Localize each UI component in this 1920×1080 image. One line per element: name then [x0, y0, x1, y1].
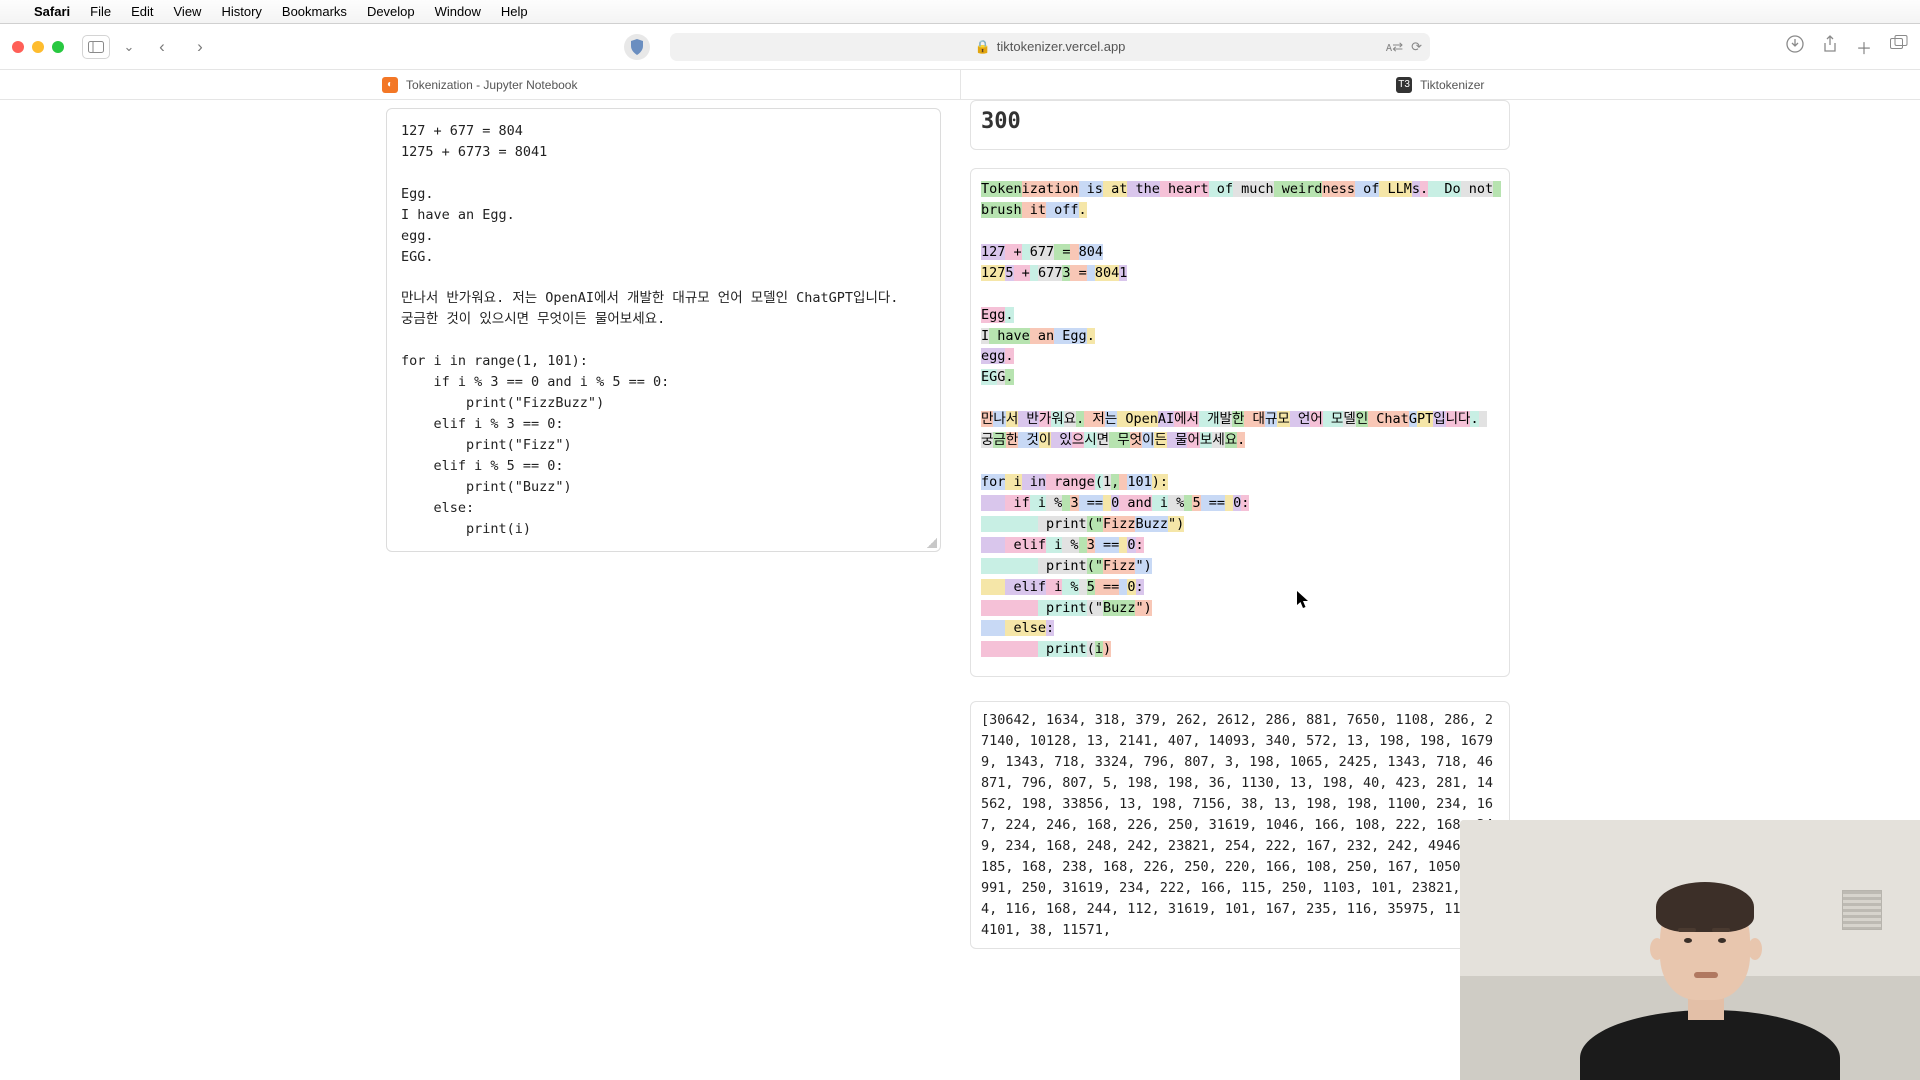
mouse-cursor — [1296, 590, 1310, 610]
tab-label: Tiktokenizer — [1420, 78, 1484, 92]
forward-button[interactable]: › — [186, 35, 214, 59]
output-pane: 300 Tokenization is at the heart of much… — [960, 100, 1520, 1080]
menu-edit[interactable]: Edit — [131, 4, 153, 19]
menu-bookmarks[interactable]: Bookmarks — [282, 4, 347, 19]
translate-icon[interactable]: ᴀ⇄ — [1386, 39, 1403, 55]
close-window-button[interactable] — [12, 41, 24, 53]
menubar-app[interactable]: Safari — [34, 4, 70, 19]
jupyter-favicon: ◐ — [382, 77, 398, 93]
tiktokenizer-favicon: T3 — [1396, 77, 1412, 93]
menu-help[interactable]: Help — [501, 4, 528, 19]
webcam-overlay — [1460, 820, 1920, 1080]
downloads-icon[interactable] — [1786, 35, 1804, 59]
tab-overview-icon[interactable] — [1890, 35, 1908, 59]
tab-jupyter[interactable]: ◐ Tokenization - Jupyter Notebook — [0, 70, 961, 99]
window-controls — [12, 41, 64, 53]
token-ids-card: [30642, 1634, 318, 379, 262, 2612, 286, … — [970, 701, 1510, 949]
input-textarea[interactable]: 127 + 677 = 804 1275 + 6773 = 8041 Egg. … — [386, 108, 941, 552]
input-pane: 127 + 677 = 804 1275 + 6773 = 8041 Egg. … — [0, 100, 960, 1080]
tab-label: Tokenization - Jupyter Notebook — [406, 78, 577, 92]
browser-tab-strip: ◐ Tokenization - Jupyter Notebook T3 Tik… — [0, 70, 1920, 100]
menu-develop[interactable]: Develop — [367, 4, 415, 19]
menu-view[interactable]: View — [174, 4, 202, 19]
privacy-report-icon[interactable] — [624, 34, 650, 60]
reload-icon[interactable]: ⟳ — [1411, 39, 1422, 55]
url-text: tiktokenizer.vercel.app — [997, 39, 1126, 54]
minimize-window-button[interactable] — [32, 41, 44, 53]
back-button[interactable]: ‹ — [148, 35, 176, 59]
menu-window[interactable]: Window — [435, 4, 481, 19]
tab-group-menu[interactable]: ⌄ — [120, 35, 138, 59]
zoom-window-button[interactable] — [52, 41, 64, 53]
url-bar[interactable]: 🔒 tiktokenizer.vercel.app ᴀ⇄ ⟳ — [670, 33, 1430, 61]
safari-toolbar: ⌄ ‹ › 🔒 tiktokenizer.vercel.app ᴀ⇄ ⟳ ＋ — [0, 24, 1920, 70]
new-tab-icon[interactable]: ＋ — [1856, 35, 1872, 59]
tab-tiktokenizer[interactable]: T3 Tiktokenizer — [961, 70, 1920, 99]
menu-file[interactable]: File — [90, 4, 111, 19]
tokenized-text-card: Tokenization is at the heart of much wei… — [970, 168, 1510, 677]
sidebar-toggle-button[interactable] — [82, 35, 110, 59]
token-count-value: 300 — [981, 109, 1021, 134]
macos-menubar: Safari File Edit View History Bookmarks … — [0, 0, 1920, 24]
share-icon[interactable] — [1822, 35, 1838, 59]
token-count-card: 300 — [970, 100, 1510, 150]
menu-history[interactable]: History — [221, 4, 261, 19]
lock-icon: 🔒 — [975, 39, 991, 55]
